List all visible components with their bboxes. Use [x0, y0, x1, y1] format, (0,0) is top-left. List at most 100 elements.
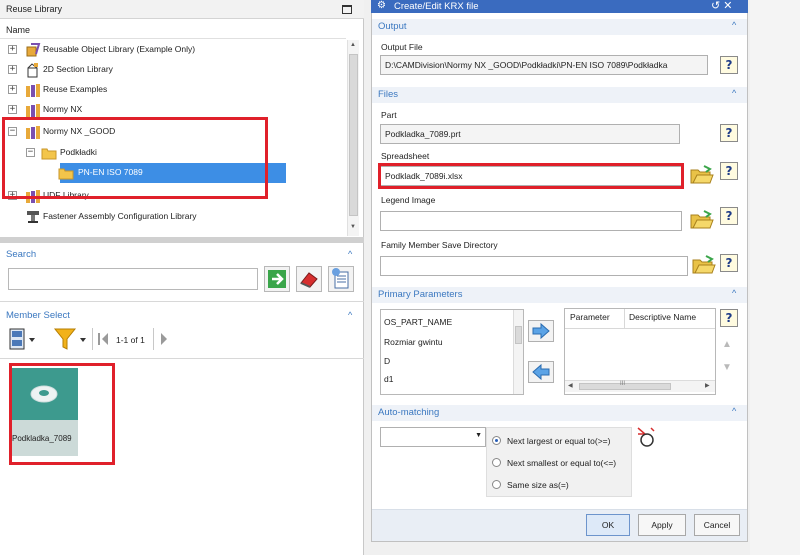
radio-button-selected[interactable]: [492, 436, 501, 445]
help-icon[interactable]: ?: [720, 56, 738, 74]
member-select-section-header[interactable]: Member Select ^: [0, 307, 364, 325]
apply-button[interactable]: Apply: [638, 514, 686, 536]
auto-matching-select[interactable]: ▼: [380, 427, 486, 447]
search-go-button[interactable]: [264, 266, 290, 292]
eraser-button[interactable]: [296, 266, 322, 292]
browse-family-dir-button[interactable]: [692, 254, 716, 276]
move-down-icon[interactable]: ▼: [722, 362, 732, 373]
highlight-box-member: [9, 363, 115, 465]
parameter-list[interactable]: OS_PART_NAME Rozmiar gwintu D d1: [380, 309, 524, 395]
previous-page-button[interactable]: [96, 326, 110, 354]
output-section-title: Output: [378, 21, 407, 32]
help-icon[interactable]: ?: [720, 124, 738, 142]
collapse-chevron-icon[interactable]: ^: [732, 288, 736, 298]
search-input[interactable]: [8, 268, 258, 290]
name-column-label: Name: [6, 25, 31, 35]
parameter-table-scrollbar[interactable]: ◀ III ▶: [565, 380, 715, 392]
output-section-header[interactable]: Output ^: [372, 19, 747, 35]
highlight-box-tree: [2, 117, 268, 199]
auto-matching-section-header[interactable]: Auto-matching ^: [372, 405, 747, 421]
primary-parameters-section-header[interactable]: Primary Parameters ^: [372, 287, 747, 303]
books-icon: [26, 84, 40, 97]
scroll-thumb[interactable]: [515, 326, 522, 344]
list-item[interactable]: d1: [384, 374, 393, 384]
tree-item-reuse-examples[interactable]: + Reuse Examples: [0, 80, 346, 100]
member-select-title: Member Select: [6, 310, 70, 321]
reuse-library-titlebar: Reuse Library: [0, 0, 364, 19]
background-strip: [750, 0, 800, 555]
tree-item-reusable-object-library[interactable]: + Reusable Object Library (Example Only): [0, 40, 346, 60]
parameter-list-scrollbar[interactable]: [513, 310, 523, 394]
expand-icon[interactable]: +: [8, 105, 17, 114]
primary-parameters-title: Primary Parameters: [378, 289, 463, 300]
next-page-icon: [161, 333, 167, 345]
help-icon[interactable]: ?: [720, 162, 738, 180]
browse-legend-button[interactable]: [690, 209, 714, 231]
arrow-right-icon: [532, 322, 550, 340]
output-file-field[interactable]: D:\CAMDivision\Normy NX _GOOD\Podkładki\…: [380, 55, 708, 75]
list-item[interactable]: OS_PART_NAME: [384, 317, 452, 327]
radio-next-largest[interactable]: Next largest or equal to(>=): [492, 434, 632, 448]
tree-item-2d-section-library[interactable]: + 2D Section Library: [0, 60, 346, 80]
scroll-down-icon[interactable]: ▼: [350, 224, 356, 230]
tree-column-header[interactable]: Name: [0, 21, 346, 39]
tree-vertical-scrollbar[interactable]: ▲ ▼: [347, 40, 359, 236]
table-header-descriptive-name[interactable]: Descriptive Name: [629, 312, 696, 322]
view-mode-dropdown[interactable]: [8, 326, 38, 354]
open-folder-icon: [692, 255, 716, 274]
help-icon[interactable]: ?: [720, 309, 738, 327]
scroll-up-icon[interactable]: ▲: [350, 42, 356, 48]
family-dir-field[interactable]: [380, 256, 688, 276]
highlight-box-spreadsheet: [378, 163, 684, 189]
radio-button[interactable]: [492, 458, 501, 467]
ok-button[interactable]: OK: [586, 514, 630, 536]
radio-button[interactable]: [492, 480, 501, 489]
scroll-thumb[interactable]: [349, 54, 358, 216]
expand-icon[interactable]: +: [8, 65, 17, 74]
legend-image-field[interactable]: [380, 211, 682, 231]
help-icon[interactable]: ?: [720, 207, 738, 225]
search-section-header[interactable]: Search ^: [0, 246, 364, 264]
radio-label: Next largest or equal to(>=): [507, 436, 611, 446]
collapse-chevron-icon[interactable]: ^: [732, 20, 736, 30]
help-icon[interactable]: ?: [720, 254, 738, 272]
search-settings-button[interactable]: [328, 266, 354, 292]
next-page-button[interactable]: [158, 326, 172, 354]
maximize-icon[interactable]: [342, 5, 352, 14]
scroll-thumb[interactable]: III: [579, 381, 671, 390]
expand-icon[interactable]: +: [8, 45, 17, 54]
part-field[interactable]: Podkladka_7089.prt: [380, 124, 680, 144]
gear-icon: ⚙: [377, 0, 386, 11]
match-selector-icon[interactable]: [636, 425, 658, 449]
move-up-icon[interactable]: ▲: [722, 339, 732, 350]
window-controls[interactable]: ↺ ✕: [711, 0, 733, 12]
collapse-chevron-icon[interactable]: ^: [348, 249, 352, 259]
add-parameter-button[interactable]: [528, 320, 554, 342]
collapse-chevron-icon[interactable]: ^: [348, 310, 352, 320]
cancel-button[interactable]: Cancel: [694, 514, 740, 536]
list-item[interactable]: D: [384, 356, 390, 366]
scroll-left-icon[interactable]: ◀: [568, 382, 573, 389]
pagination-label: 1-1 of 1: [116, 335, 145, 345]
scroll-right-icon[interactable]: ▶: [705, 382, 710, 389]
remove-parameter-button[interactable]: [528, 361, 554, 383]
radio-same-size[interactable]: Same size as(=): [492, 478, 632, 492]
files-section-header[interactable]: Files ^: [372, 87, 747, 103]
list-item[interactable]: Rozmiar gwintu: [384, 337, 443, 347]
member-toolbar: 1-1 of 1: [8, 326, 358, 354]
dialog-titlebar[interactable]: ⚙ Create/Edit KRX file ↺ ✕: [371, 0, 748, 13]
arrow-left-icon: [532, 363, 550, 381]
section-library-icon: [27, 63, 38, 78]
dropdown-arrow-icon: ▼: [475, 432, 482, 439]
browse-spreadsheet-button[interactable]: [690, 164, 714, 186]
expand-icon[interactable]: +: [8, 85, 17, 94]
toolbar-separator: [92, 328, 93, 350]
collapse-chevron-icon[interactable]: ^: [732, 406, 736, 416]
radio-next-smallest[interactable]: Next smallest or equal to(<=): [492, 456, 632, 470]
filter-dropdown[interactable]: [52, 326, 88, 354]
table-header-parameter[interactable]: Parameter: [570, 312, 610, 322]
tree-item-fastener-assembly[interactable]: Fastener Assembly Configuration Library: [0, 207, 346, 227]
dialog-button-bar: [372, 509, 747, 541]
collapse-chevron-icon[interactable]: ^: [732, 88, 736, 98]
tree-horizontal-scrollbar[interactable]: [0, 237, 364, 243]
